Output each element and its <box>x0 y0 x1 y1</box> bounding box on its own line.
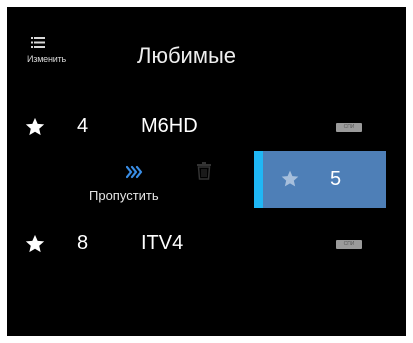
channel-name: ITV4 <box>141 232 184 254</box>
hamburger-menu-icon <box>31 37 45 48</box>
fast-forward-chevrons-icon <box>125 165 144 179</box>
channel-name: M6HD <box>141 115 198 137</box>
selection-indicator <box>254 151 263 208</box>
channel-number: 8 <box>77 232 89 254</box>
channel-tag: СПИ <box>336 123 362 132</box>
edit-button[interactable]: Изменить <box>27 37 91 71</box>
trash-icon[interactable] <box>197 162 211 180</box>
skip-label: Пропустить <box>89 188 159 203</box>
channel-tag: СПИ <box>336 240 362 249</box>
page-title: Любимые <box>137 43 236 68</box>
edit-button-label: Изменить <box>27 54 66 64</box>
channel-number: 5 <box>330 168 342 190</box>
channel-row[interactable]: 4 M6HD СПИ <box>7 110 406 146</box>
star-icon <box>24 116 46 138</box>
channel-row[interactable]: 8 ITV4 СПИ <box>7 227 406 263</box>
tv-screen: Изменить Любимые 4 M6HD СПИ Пропустить 5… <box>7 7 406 336</box>
selected-channel-row[interactable]: 5 <box>254 151 386 208</box>
channel-number: 4 <box>77 115 89 137</box>
skip-button[interactable]: Пропустить <box>89 165 189 209</box>
star-icon <box>24 233 46 255</box>
star-icon <box>280 169 300 189</box>
